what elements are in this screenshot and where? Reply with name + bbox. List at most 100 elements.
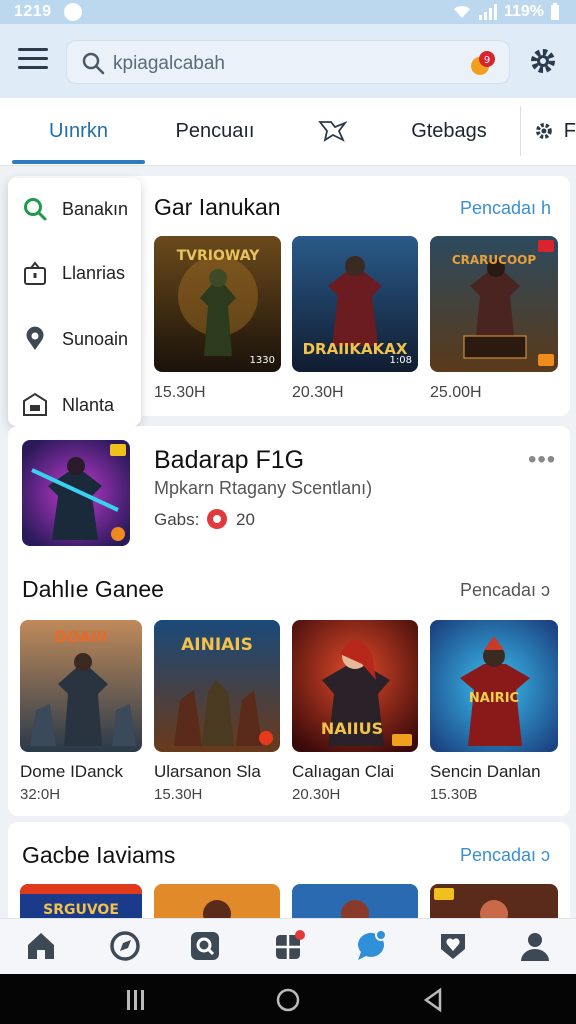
tile-meta: 20.30H [292,384,344,401]
game-tile[interactable]: DRAIIKAKAX 1:08 [292,236,418,372]
featured-rating-value: 20 [236,510,255,529]
coins-notification-icon[interactable]: 9 [469,49,497,77]
status-time: 1219 [14,3,52,20]
tab-label: Pencuaıı [175,119,255,142]
tab-label: F [563,119,576,142]
cover-title: TVRIOWAY [177,248,261,264]
home-icon[interactable] [24,929,58,963]
tab-label: Gtebags [411,119,487,142]
menu-line [18,66,48,69]
game-cover-image [292,884,418,920]
puzzle-icon[interactable] [272,929,306,963]
location-pin-icon [26,326,44,350]
game-tile[interactable]: TVRIOWAY 1330 [154,236,281,372]
dropdown-item-label: Sunoain [62,328,129,349]
profile-icon[interactable] [518,929,552,963]
lock-icon [24,261,46,285]
game-cover-image [430,884,558,920]
system-nav-bar [0,974,576,1024]
game-meta: 15.30B [430,786,478,803]
search-input[interactable]: kpiagalcabah [113,53,225,75]
tab-settings[interactable]: F [534,98,576,164]
featured-cover-image [22,440,130,546]
tile-badge: 1:08 [389,355,412,366]
game-tile[interactable] [154,884,280,920]
game-cover-image: AINIAIS [154,620,280,752]
status-bar: 1219 119% [0,0,576,24]
game-cover-image: TVRIOWAY [154,236,281,372]
cover-title: CRARUCOOP [452,253,537,267]
featured-rating-label: Gabs: [154,510,200,529]
status-right: 119% [452,3,560,21]
notification-icon [64,3,82,21]
gear-icon [535,123,552,139]
section-title: Dahlıe Ganee [22,576,164,602]
back-icon[interactable] [422,987,444,1013]
heart-tag-icon [318,121,347,142]
tile-meta: 25.00H [430,384,482,401]
section-see-all-link[interactable]: Pencadaı h [460,198,551,219]
game-cover-image: NAIIUS [292,620,418,752]
dropdown-item-banakin[interactable]: Banakın [8,178,141,240]
tab-heart-tag[interactable] [300,98,364,164]
section-title: Gar Ianukan [154,194,281,220]
battery-level: 119% [503,3,544,20]
compass-icon[interactable] [108,929,142,963]
featured-subtitle: Mpkarn Rtagany Scentlanı) [154,478,373,498]
gear-icon[interactable] [528,46,558,76]
featured-title[interactable]: Badarap F1G [154,446,304,475]
bottom-nav [0,918,576,974]
cover-title: SRGUVOE [43,902,119,918]
tab-divider [520,106,521,156]
hamburger-menu-button[interactable] [18,48,48,74]
tab-label: Uınrkn [49,119,108,142]
game-tile[interactable]: DOAIII [20,620,142,752]
game-meta: 32:0H [20,786,61,803]
game-cover-image: DRAIIKAKAX [292,236,418,372]
dropdown-item-sunoain[interactable]: Sunoain [8,308,141,370]
game-name: Dome IDanck [20,762,123,781]
cover-title: NAIRIC [469,691,519,706]
recents-icon[interactable] [124,988,148,1012]
cover-title: NAIIUS [321,719,383,738]
section-see-all-link[interactable]: Pencadaı ɔ [460,845,550,866]
active-tab-indicator [12,160,145,164]
app-bar: kpiagalcabah 9 [0,24,576,98]
game-meta: 15.30H [154,786,203,803]
search-icon[interactable] [188,929,222,963]
tab-uinrkn[interactable]: Uınrkn [12,98,145,164]
game-tile[interactable]: AINIAIS [154,620,280,752]
tab-pencuaii[interactable]: Pencuaıı [150,98,280,164]
section-title: Gacbe Iaviams [22,842,176,868]
tab-bar: Uınrkn Pencuaıı Gtebags F [0,98,576,166]
game-name: Ularsanon Sla [154,762,261,781]
cover-title: DOAIII [54,628,107,646]
heart-icon[interactable] [436,929,470,963]
tab-gtebags[interactable]: Gtebags [390,98,508,164]
game-tile[interactable]: SRGUVOE [20,884,142,920]
game-name: Calıagan Clai [292,762,395,781]
game-tile[interactable] [292,884,418,920]
game-tile[interactable]: CRARUCOOP [430,236,558,372]
dropdown-item-label: Banakın [62,198,129,219]
dropdown-item-label: Llanrias [62,262,126,283]
game-tile[interactable]: NAIIUS [292,620,418,752]
dropdown-item-llanrias[interactable]: Llanrias [8,242,141,304]
section-see-all-link[interactable]: Pencadaı ɔ [460,580,550,601]
game-cover-image: NAIRIC [430,620,558,752]
home-button-icon[interactable] [275,987,301,1013]
game-cover-image [154,884,280,920]
game-tile[interactable] [430,884,558,920]
cover-title: AINIAIS [181,635,253,655]
more-options-button[interactable]: ••• [528,446,556,474]
game-tile[interactable]: NAIRIC [430,620,558,752]
game-meta: 20.30H [292,786,341,803]
search-bar[interactable]: kpiagalcabah 9 [66,40,510,84]
dropdown-item-label: Nlanta [62,394,115,415]
game-name: Sencin Danlan [430,762,541,781]
wifi-icon [453,5,470,18]
featured-game-cover[interactable] [22,440,130,546]
search-icon [82,52,105,75]
chat-icon[interactable] [354,929,388,963]
folder-icon [23,392,47,416]
